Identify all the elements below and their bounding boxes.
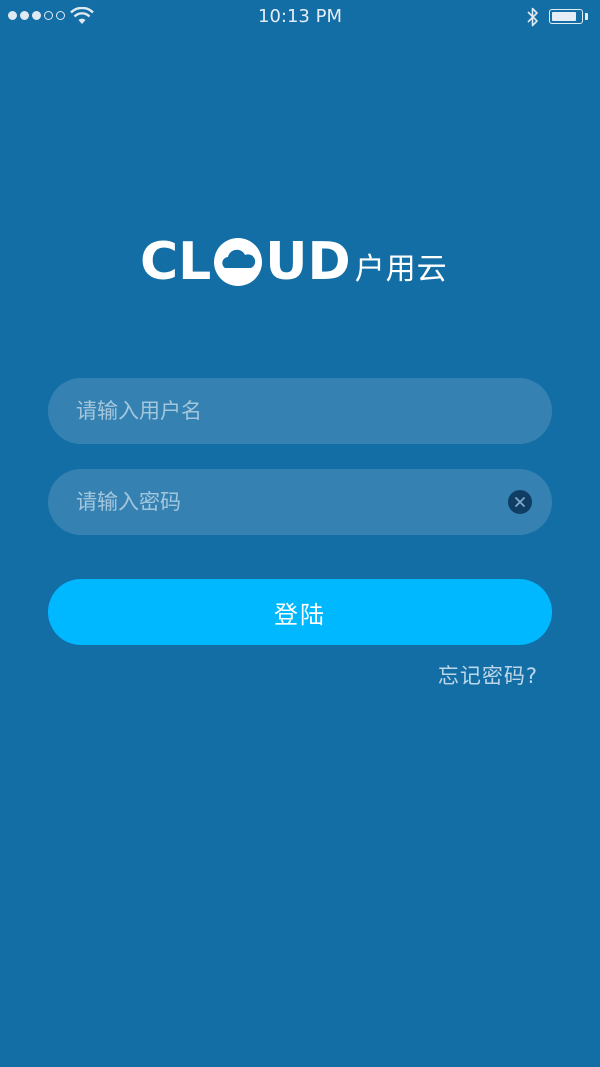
username-input[interactable]: [76, 378, 492, 444]
app-logo: CL UD 户用云: [140, 234, 448, 290]
password-input[interactable]: [76, 469, 492, 535]
username-field[interactable]: [48, 378, 552, 444]
logo-wordmark: CL UD: [140, 236, 351, 288]
status-bar: 10:13 PM: [0, 0, 600, 34]
logo-text-left: CL: [140, 232, 212, 292]
login-button[interactable]: 登陆: [48, 579, 552, 645]
battery-tip: [585, 13, 588, 20]
forgot-password-link[interactable]: 忘记密码?: [438, 660, 538, 690]
battery-icon: [549, 9, 583, 24]
logo-text-right: UD: [265, 232, 351, 292]
close-circle-icon[interactable]: [508, 490, 532, 514]
password-field[interactable]: [48, 469, 552, 535]
cloud-icon: [214, 238, 263, 286]
battery-level: [552, 12, 576, 21]
clear-cross: [515, 497, 525, 507]
logo-chinese-text: 户用云: [354, 252, 448, 287]
bluetooth-icon: [527, 7, 538, 27]
status-time: 10:13 PM: [258, 6, 342, 27]
